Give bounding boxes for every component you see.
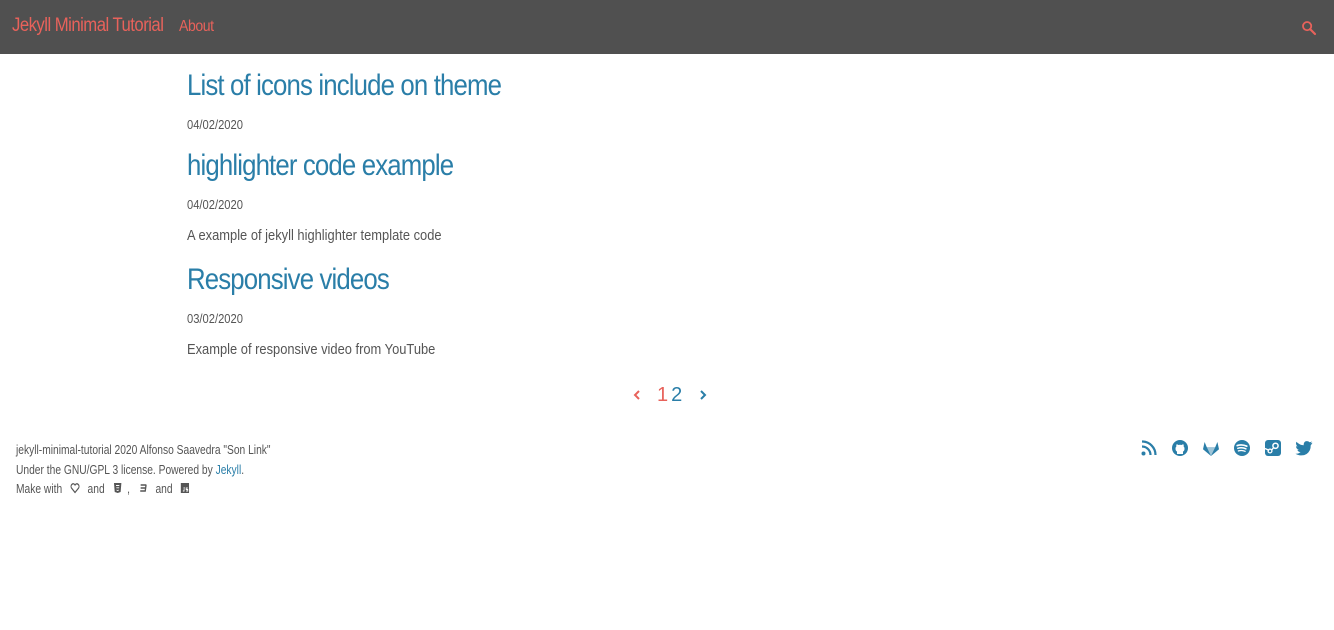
pagination: 1 2: [630, 382, 710, 408]
gitlab-icon[interactable]: [1201, 438, 1221, 458]
chevron-right-icon[interactable]: [696, 388, 710, 402]
social-links: [1139, 438, 1314, 458]
license-suffix: .: [241, 462, 245, 477]
footer-license: Under the GNU/GPL 3 license. Powered by …: [16, 461, 271, 481]
footer-made-with: Make with and , and: [16, 480, 271, 500]
github-icon[interactable]: [1170, 438, 1190, 458]
post-title-link[interactable]: Responsive videos: [187, 260, 961, 300]
html5-icon: [113, 483, 122, 493]
post-title-link[interactable]: highlighter code example: [187, 146, 961, 186]
and-text: and: [87, 482, 105, 496]
post-excerpt: A example of jekyll highlighter template…: [187, 227, 442, 244]
comma-text: ,: [127, 482, 131, 496]
top-navbar: Jekyll Minimal Tutorial About: [0, 0, 1334, 54]
jekyll-link[interactable]: Jekyll: [216, 463, 242, 477]
post-list: List of icons include on theme 04/02/202…: [187, 66, 1087, 370]
post-excerpt: Example of responsive video from YouTube: [187, 341, 436, 358]
javascript-icon: [181, 483, 190, 493]
current-page-number: 1: [657, 383, 668, 406]
footer-copyright: jekyll-minimal-tutorial 2020 Alfonso Saa…: [16, 443, 271, 457]
post-item: List of icons include on theme 04/02/202…: [187, 66, 1087, 146]
footer: jekyll-minimal-tutorial 2020 Alfonso Saa…: [16, 441, 326, 500]
heart-icon: [70, 483, 80, 494]
spotify-icon[interactable]: [1232, 438, 1252, 458]
steam-icon[interactable]: [1263, 438, 1283, 458]
chevron-left-icon[interactable]: [630, 388, 644, 402]
post-date: 04/02/2020: [187, 117, 243, 132]
nav-about-link[interactable]: About: [179, 18, 214, 36]
twitter-icon[interactable]: [1294, 438, 1314, 458]
css3-icon: [139, 484, 147, 492]
page-2-link[interactable]: 2: [671, 384, 682, 407]
post-date: 03/02/2020: [187, 311, 243, 326]
post-item: Responsive videos 03/02/2020 Example of …: [187, 260, 1087, 370]
license-text: Under the GNU/GPL 3 license. Powered by: [16, 462, 216, 477]
post-item: highlighter code example 04/02/2020 A ex…: [187, 146, 1087, 260]
search-icon[interactable]: [1300, 19, 1318, 37]
post-title-link[interactable]: List of icons include on theme: [187, 66, 961, 106]
and-text: and: [155, 482, 173, 496]
make-with-text: Make with: [16, 482, 63, 496]
site-brand-link[interactable]: Jekyll Minimal Tutorial: [12, 15, 164, 37]
rss-icon[interactable]: [1139, 438, 1159, 458]
post-date: 04/02/2020: [187, 197, 243, 212]
